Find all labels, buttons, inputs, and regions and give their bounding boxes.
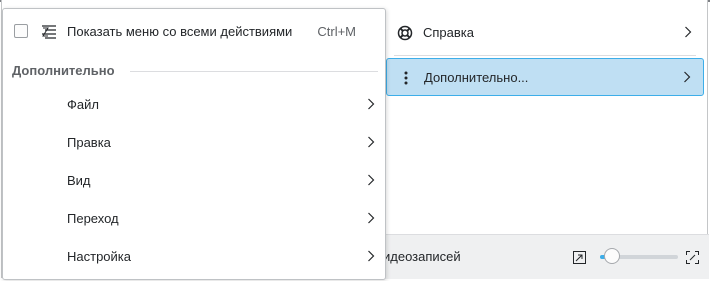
submenu-item-go[interactable]: Переход <box>3 202 385 236</box>
parent-menu: Справка Дополнительно... <box>386 8 706 104</box>
submenu-item-settings[interactable]: Настройка <box>3 240 385 274</box>
menu-item-more[interactable]: Дополнительно... <box>386 58 704 96</box>
menu-separator <box>394 55 696 56</box>
submenu-more: Показать меню со всеми действиями Ctrl+M… <box>2 8 386 280</box>
zoom-out-icon[interactable] <box>573 251 586 264</box>
menu-item-label: Дополнительно... <box>424 70 529 85</box>
chevron-right-icon <box>367 98 375 110</box>
more-vertical-icon <box>398 70 414 86</box>
submenu-item-label: Правка <box>67 135 111 150</box>
submenu-item-label: Переход <box>67 211 119 226</box>
show-all-actions-label: Показать меню со всеми действиями <box>67 24 293 39</box>
show-all-actions-checkbox[interactable] <box>14 24 28 38</box>
submenu-item-view[interactable]: Вид <box>3 164 385 198</box>
submenu-item-label: Вид <box>67 173 91 188</box>
zoom-slider[interactable] <box>596 247 680 267</box>
section-header: Дополнительно <box>12 63 378 81</box>
shortcut-label: Ctrl+M <box>317 24 356 39</box>
submenu-item-edit[interactable]: Правка <box>3 126 385 160</box>
chevron-right-icon <box>367 250 375 262</box>
chevron-right-icon <box>367 174 375 186</box>
menu-item-label: Справка <box>423 25 474 40</box>
zoom-in-icon[interactable] <box>686 251 699 264</box>
show-all-actions-item[interactable]: Показать меню со всеми действиями Ctrl+M <box>3 17 385 47</box>
section-title: Дополнительно <box>12 63 123 78</box>
menu-list-icon <box>41 24 57 40</box>
section-divider <box>130 71 378 72</box>
submenu-item-label: Файл <box>67 97 99 112</box>
lifebuoy-icon <box>397 25 413 41</box>
slider-handle[interactable] <box>603 248 620 264</box>
chevron-right-icon <box>367 212 375 224</box>
submenu-item-label: Настройка <box>67 249 131 264</box>
chevron-right-icon <box>684 26 692 38</box>
chevron-right-icon <box>367 136 375 148</box>
status-label: идеозаписей <box>383 249 461 264</box>
submenu-item-file[interactable]: Файл <box>3 88 385 122</box>
chevron-right-icon <box>683 71 691 83</box>
menu-item-help[interactable]: Справка <box>386 14 704 52</box>
